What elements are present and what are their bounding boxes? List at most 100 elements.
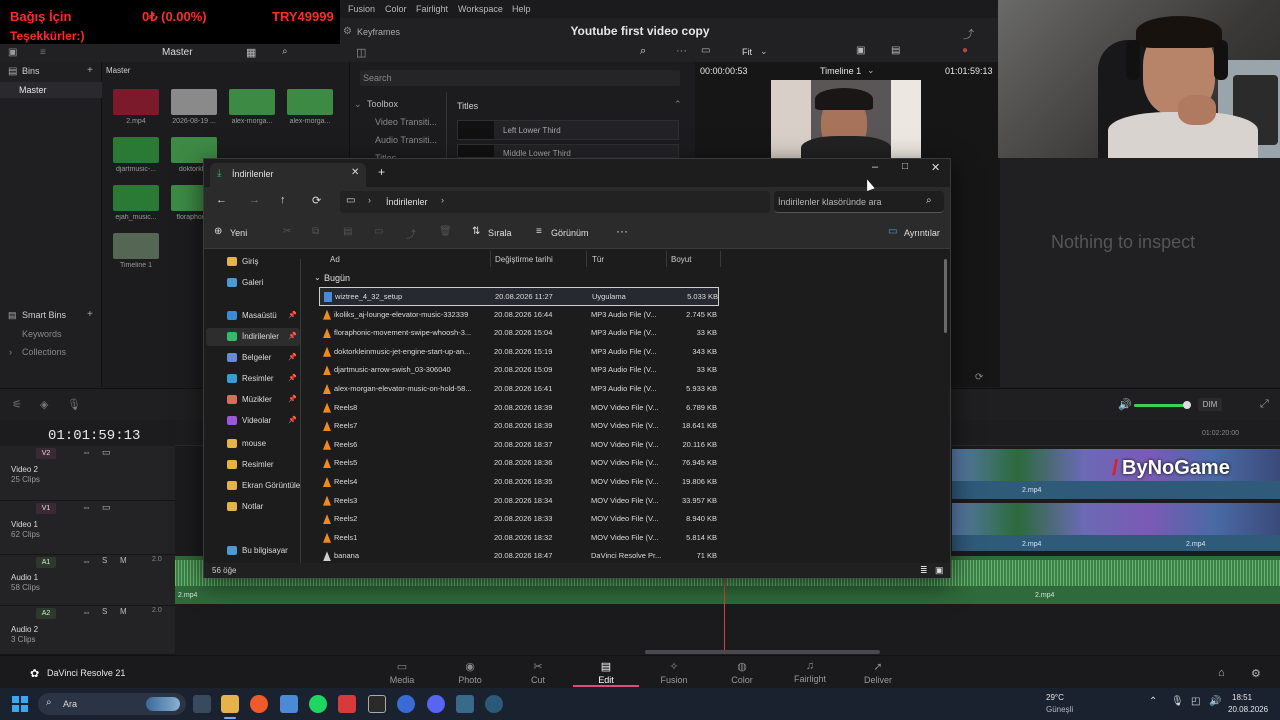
media-thumbnail[interactable] xyxy=(287,89,333,115)
effects-search-field[interactable]: Search xyxy=(360,70,680,86)
viewer-timeline-name[interactable]: Timeline 1 xyxy=(820,66,861,76)
video-clip[interactable]: 2.mp4 ByNoGame / xyxy=(952,449,1280,499)
title-item-middle-lower-third[interactable]: Middle Lower Third xyxy=(457,144,679,158)
page-tab-edit[interactable]: ▤ Edit xyxy=(576,660,636,685)
timeline-scrollbar[interactable] xyxy=(645,650,880,654)
voiceover-icon[interactable]: 🎙 xyxy=(67,398,81,411)
file-row[interactable]: ikoliks_aj-lounge-elevator-music-332339 2… xyxy=(319,306,719,325)
monitor-icon[interactable]: ▭ xyxy=(102,502,111,513)
minimize-icon[interactable]: – xyxy=(872,161,878,173)
effects-search-icon[interactable]: ⌕ xyxy=(640,45,646,58)
snapping-icon[interactable]: ◈ xyxy=(40,398,48,411)
file-explorer-icon[interactable] xyxy=(221,695,239,713)
steam-icon[interactable] xyxy=(397,695,415,713)
more-options-icon[interactable]: ··· xyxy=(616,224,628,238)
clock-date[interactable]: 20.08.2026 xyxy=(1228,705,1268,714)
explorer-search-field[interactable]: İndirilenler klasöründe ara ⌕ xyxy=(774,191,944,213)
pin-icon[interactable]: 📌 xyxy=(288,311,297,319)
maximize-icon[interactable]: □ xyxy=(902,161,908,172)
page-tab-media[interactable]: ▭ Media xyxy=(372,660,432,685)
nav-item[interactable]: mouse xyxy=(206,435,300,453)
keywords-item[interactable]: Keywords xyxy=(22,329,62,339)
media-thumbnail[interactable] xyxy=(229,89,275,115)
media-thumbnail[interactable] xyxy=(113,89,159,115)
timeline-timecode[interactable]: 01:01:59:13 xyxy=(48,428,140,444)
explorer-scrollbar[interactable] xyxy=(944,259,947,333)
nav-item[interactable]: Resimler 📌 xyxy=(206,370,300,388)
page-tab-fairlight[interactable]: ♫ Fairlight xyxy=(780,660,840,684)
track-lane-a2[interactable] xyxy=(175,606,1280,655)
group-chevron-icon[interactable]: ⌄ xyxy=(314,273,321,282)
crop-icon[interactable]: ▤ xyxy=(891,45,900,56)
nav-item[interactable]: Belgeler 📌 xyxy=(206,349,300,367)
brave-browser-icon[interactable] xyxy=(250,695,268,713)
file-row[interactable]: Reels6 20.08.2026 18:37 MOV Video File (V.… xyxy=(319,436,719,455)
volume-icon[interactable]: 🔊 xyxy=(1209,696,1221,707)
audio-transitions-item[interactable]: Audio Transiti... xyxy=(375,135,437,145)
details-view-icon[interactable]: ≣ xyxy=(920,565,928,576)
view-button[interactable]: Görünüm xyxy=(551,228,589,238)
track-header-v2[interactable]: V2 ⇔ ▭ Video 2 25 Clips xyxy=(0,446,175,501)
bin-master[interactable]: Master xyxy=(0,82,102,98)
track-header-a2[interactable]: A2 ⇔ S M 2.0 Audio 2 3 Clips xyxy=(0,606,175,655)
link-icon[interactable]: ⇔ xyxy=(82,556,91,566)
share-icon[interactable]: ⤴ xyxy=(963,26,974,42)
media-thumbnail[interactable] xyxy=(113,185,159,211)
expand-icon[interactable]: ⤢ xyxy=(1260,398,1269,411)
cut-icon[interactable]: ✂ xyxy=(283,226,291,237)
add-smart-bin-icon[interactable]: + xyxy=(87,309,93,320)
media-thumbnail[interactable] xyxy=(113,233,159,259)
more-icon[interactable]: ··· xyxy=(676,45,687,57)
file-row[interactable]: djartmusic-arrow-swish_03-306040 20.08.20… xyxy=(319,361,719,380)
home-icon[interactable]: ⌂ xyxy=(1218,667,1225,679)
column-separator[interactable] xyxy=(490,251,491,267)
address-path[interactable]: İndirilenler xyxy=(386,197,428,207)
menu-fairlight[interactable]: Fairlight xyxy=(416,4,448,14)
video-clip[interactable]: 2.mp4 2.mp4 xyxy=(952,503,1280,551)
nav-item[interactable]: Müzikler 📌 xyxy=(206,391,300,409)
toolbox-item[interactable]: Toolbox xyxy=(367,99,398,109)
discord-icon[interactable] xyxy=(427,695,445,713)
nav-item[interactable]: İndirilenler 📌 xyxy=(206,328,300,346)
up-icon[interactable]: ↑ xyxy=(280,194,286,206)
toolbox-chevron-icon[interactable]: ⌄ xyxy=(354,99,362,110)
lock-icon[interactable]: ● xyxy=(962,45,968,56)
nav-item[interactable]: Videolar 📌 xyxy=(206,412,300,430)
loop-icon[interactable]: ⟳ xyxy=(975,372,983,383)
page-tab-cut[interactable]: ✂ Cut xyxy=(508,660,568,685)
transform-icon[interactable]: ▣ xyxy=(856,45,865,56)
close-window-icon[interactable]: ✕ xyxy=(931,161,940,174)
nav-item[interactable]: Masaüstü 📌 xyxy=(206,307,300,325)
details-button[interactable]: Ayrıntılar xyxy=(904,228,940,238)
app-icon[interactable] xyxy=(485,695,503,713)
add-bin-icon[interactable]: + xyxy=(87,65,93,76)
menu-help[interactable]: Help xyxy=(512,4,531,14)
media-app-icon[interactable] xyxy=(338,695,356,713)
store-icon[interactable] xyxy=(280,695,298,713)
title-item-left-lower-third[interactable]: Left Lower Third xyxy=(457,120,679,140)
pin-icon[interactable]: 📌 xyxy=(288,416,297,424)
list-view-icon[interactable]: ≡ xyxy=(40,47,46,58)
file-row[interactable]: Reels2 20.08.2026 18:33 MOV Video File (V.… xyxy=(319,510,719,529)
chevron-down-icon[interactable]: ⌄ xyxy=(760,46,768,57)
close-tab-icon[interactable]: ✕ xyxy=(351,167,359,178)
chevron-down-icon[interactable]: ⌄ xyxy=(867,65,875,76)
file-row[interactable]: alex-morgan-elevator-music-on-hold-58...… xyxy=(319,380,719,399)
nav-item[interactable]: Notlar xyxy=(206,498,300,516)
settings-icon[interactable]: ⚙ xyxy=(1251,667,1261,680)
page-tab-deliver[interactable]: ➚ Deliver xyxy=(848,660,908,685)
link-icon[interactable]: ⇔ xyxy=(82,502,91,512)
network-icon[interactable]: ◰ xyxy=(1191,696,1200,707)
pin-icon[interactable]: 📌 xyxy=(288,332,297,340)
nav-item[interactable]: Bu bilgisayar xyxy=(206,542,300,560)
forward-icon[interactable]: → xyxy=(249,194,260,206)
explorer-tab[interactable]: ⤓ İndirilenler ✕ xyxy=(210,163,366,187)
new-tab-icon[interactable]: + xyxy=(378,165,385,179)
microphone-icon[interactable]: 🎙 xyxy=(1171,696,1184,707)
track-header-v1[interactable]: V1 ⇔ ▭ Video 1 62 Clips xyxy=(0,501,175,555)
column-size[interactable]: Boyut xyxy=(671,255,691,264)
page-tab-photo[interactable]: ◉ Photo xyxy=(440,660,500,685)
nav-item[interactable]: Ekran Görüntüle xyxy=(206,477,300,495)
share-icon[interactable]: ⤴ xyxy=(406,226,416,241)
copy-icon[interactable]: ⧉ xyxy=(312,226,319,237)
